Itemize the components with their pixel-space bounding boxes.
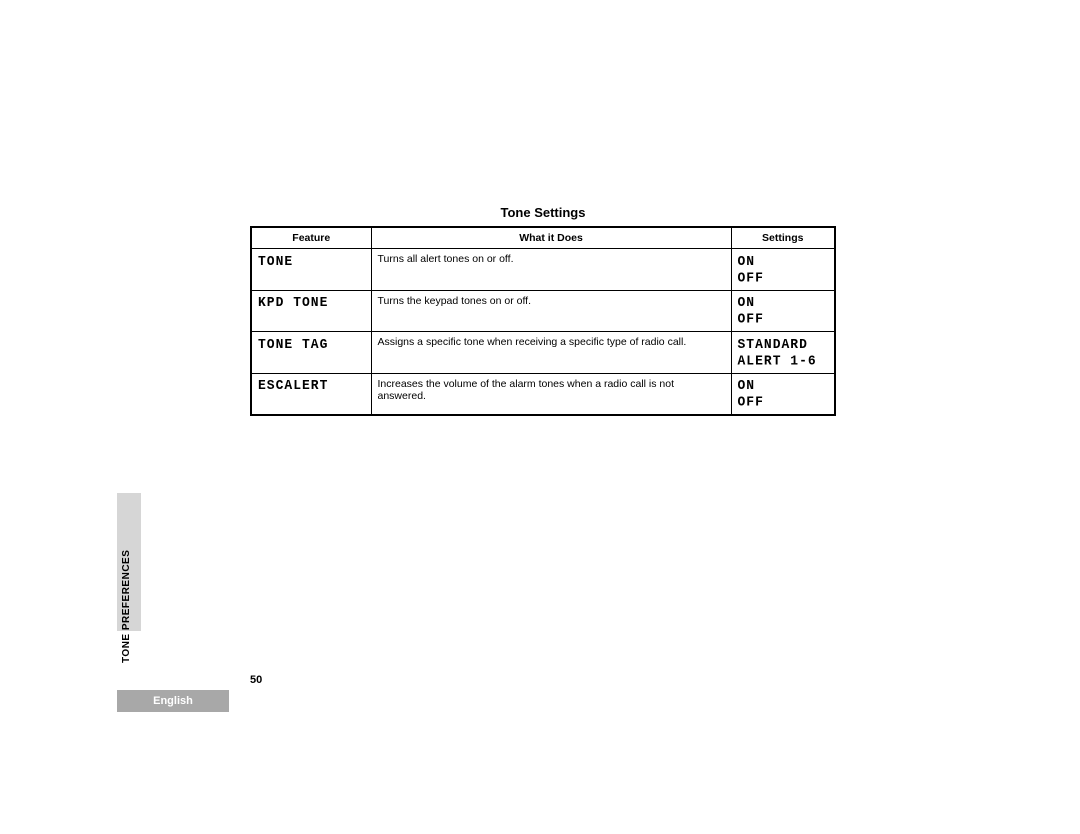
cell-does: Turns all alert tones on or off.: [371, 249, 731, 291]
cell-feature: TONE TAG: [251, 330, 371, 374]
cell-feature: KPD TONE: [251, 289, 371, 333]
table-row: ESCALERT Increases the volume of the ala…: [251, 373, 835, 415]
cell-feature: ESCALERT: [251, 372, 371, 416]
cell-settings: ON OFF: [731, 372, 835, 416]
header-feature: Feature: [251, 227, 371, 249]
page-number: 50: [250, 674, 262, 686]
section-side-tab: TONE PREFERENCES: [117, 493, 141, 631]
table-title: Tone Settings: [250, 205, 836, 220]
header-does: What it Does: [371, 227, 731, 249]
cell-does: Increases the volume of the alarm tones …: [371, 373, 731, 415]
table-header-row: Feature What it Does Settings: [251, 227, 835, 249]
content-area: Tone Settings Feature What it Does Setti…: [250, 205, 836, 416]
language-tab: English: [117, 690, 229, 712]
language-tab-label: English: [153, 695, 193, 707]
table-row: KPD TONE Turns the keypad tones on or of…: [251, 290, 835, 332]
cell-does: Assigns a specific tone when receiving a…: [371, 332, 731, 374]
cell-does: Turns the keypad tones on or off.: [371, 290, 731, 332]
section-side-tab-label: TONE PREFERENCES: [121, 493, 132, 663]
page: Tone Settings Feature What it Does Setti…: [0, 0, 1080, 834]
cell-feature: TONE: [251, 247, 371, 291]
cell-settings: ON OFF: [731, 247, 835, 291]
header-settings: Settings: [731, 227, 835, 249]
cell-settings: ON OFF: [731, 289, 835, 333]
table-row: TONE Turns all alert tones on or off. ON…: [251, 249, 835, 291]
cell-settings: STANDARD ALERT 1-6: [731, 330, 835, 374]
table-row: TONE TAG Assigns a specific tone when re…: [251, 332, 835, 374]
tone-settings-table: Feature What it Does Settings TONE Turns…: [250, 226, 836, 416]
